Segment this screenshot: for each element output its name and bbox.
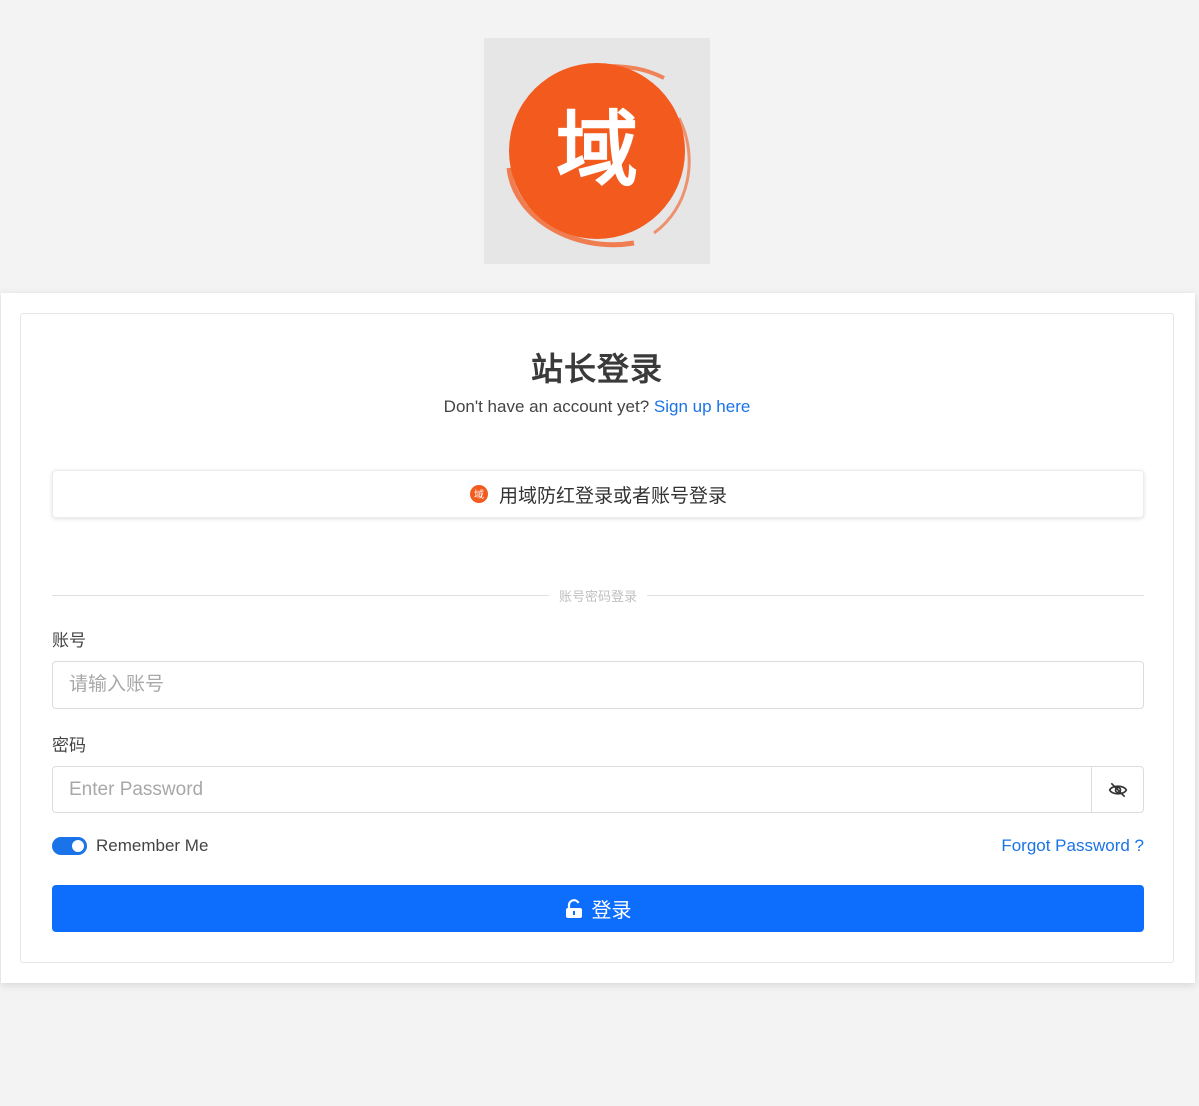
unlock-icon xyxy=(565,898,583,919)
svg-text:域: 域 xyxy=(474,488,484,501)
remember-me-label: Remember Me xyxy=(96,836,209,855)
password-field xyxy=(52,766,1144,813)
forgot-password-link[interactable]: Forgot Password ? xyxy=(1001,836,1144,856)
page-title: 站长登录 xyxy=(530,351,663,387)
remember-me-toggle[interactable] xyxy=(52,837,87,855)
section-divider: 账号密码登录 xyxy=(52,585,1145,605)
domain-seal-mini-icon: 域 xyxy=(469,484,489,504)
login-submit-label: 登录 xyxy=(591,900,632,922)
account-label: 账号 xyxy=(52,631,86,650)
account-input[interactable] xyxy=(52,661,1144,709)
password-label: 密码 xyxy=(52,736,86,755)
login-form: 站长登录 Don't have an account yet? Sign up … xyxy=(20,313,1174,963)
sso-login-button[interactable]: 域 用域防红登录或者账号登录 xyxy=(52,470,1144,518)
sso-login-label: 用域防红登录或者账号登录 xyxy=(498,485,727,507)
divider-label: 账号密码登录 xyxy=(559,588,638,604)
remember-forgot-row: Remember Me Forgot Password ? xyxy=(52,834,1144,858)
login-card: 站长登录 Don't have an account yet? Sign up … xyxy=(1,293,1195,983)
eye-off-icon xyxy=(1108,782,1127,797)
domain-seal-logo-icon: 域 xyxy=(506,63,691,248)
signup-prompt-text: Don't have an account yet? xyxy=(443,397,650,416)
site-logo: 域 xyxy=(484,38,710,264)
logo-glyph: 域 xyxy=(556,103,638,198)
password-input[interactable] xyxy=(53,767,1091,812)
signup-prompt-row: Don't have an account yet? Sign up here xyxy=(21,397,1173,417)
login-submit-button[interactable]: 登录 xyxy=(52,885,1144,932)
signup-link[interactable]: Sign up here xyxy=(654,397,750,416)
toggle-password-visibility-button[interactable] xyxy=(1091,767,1143,812)
